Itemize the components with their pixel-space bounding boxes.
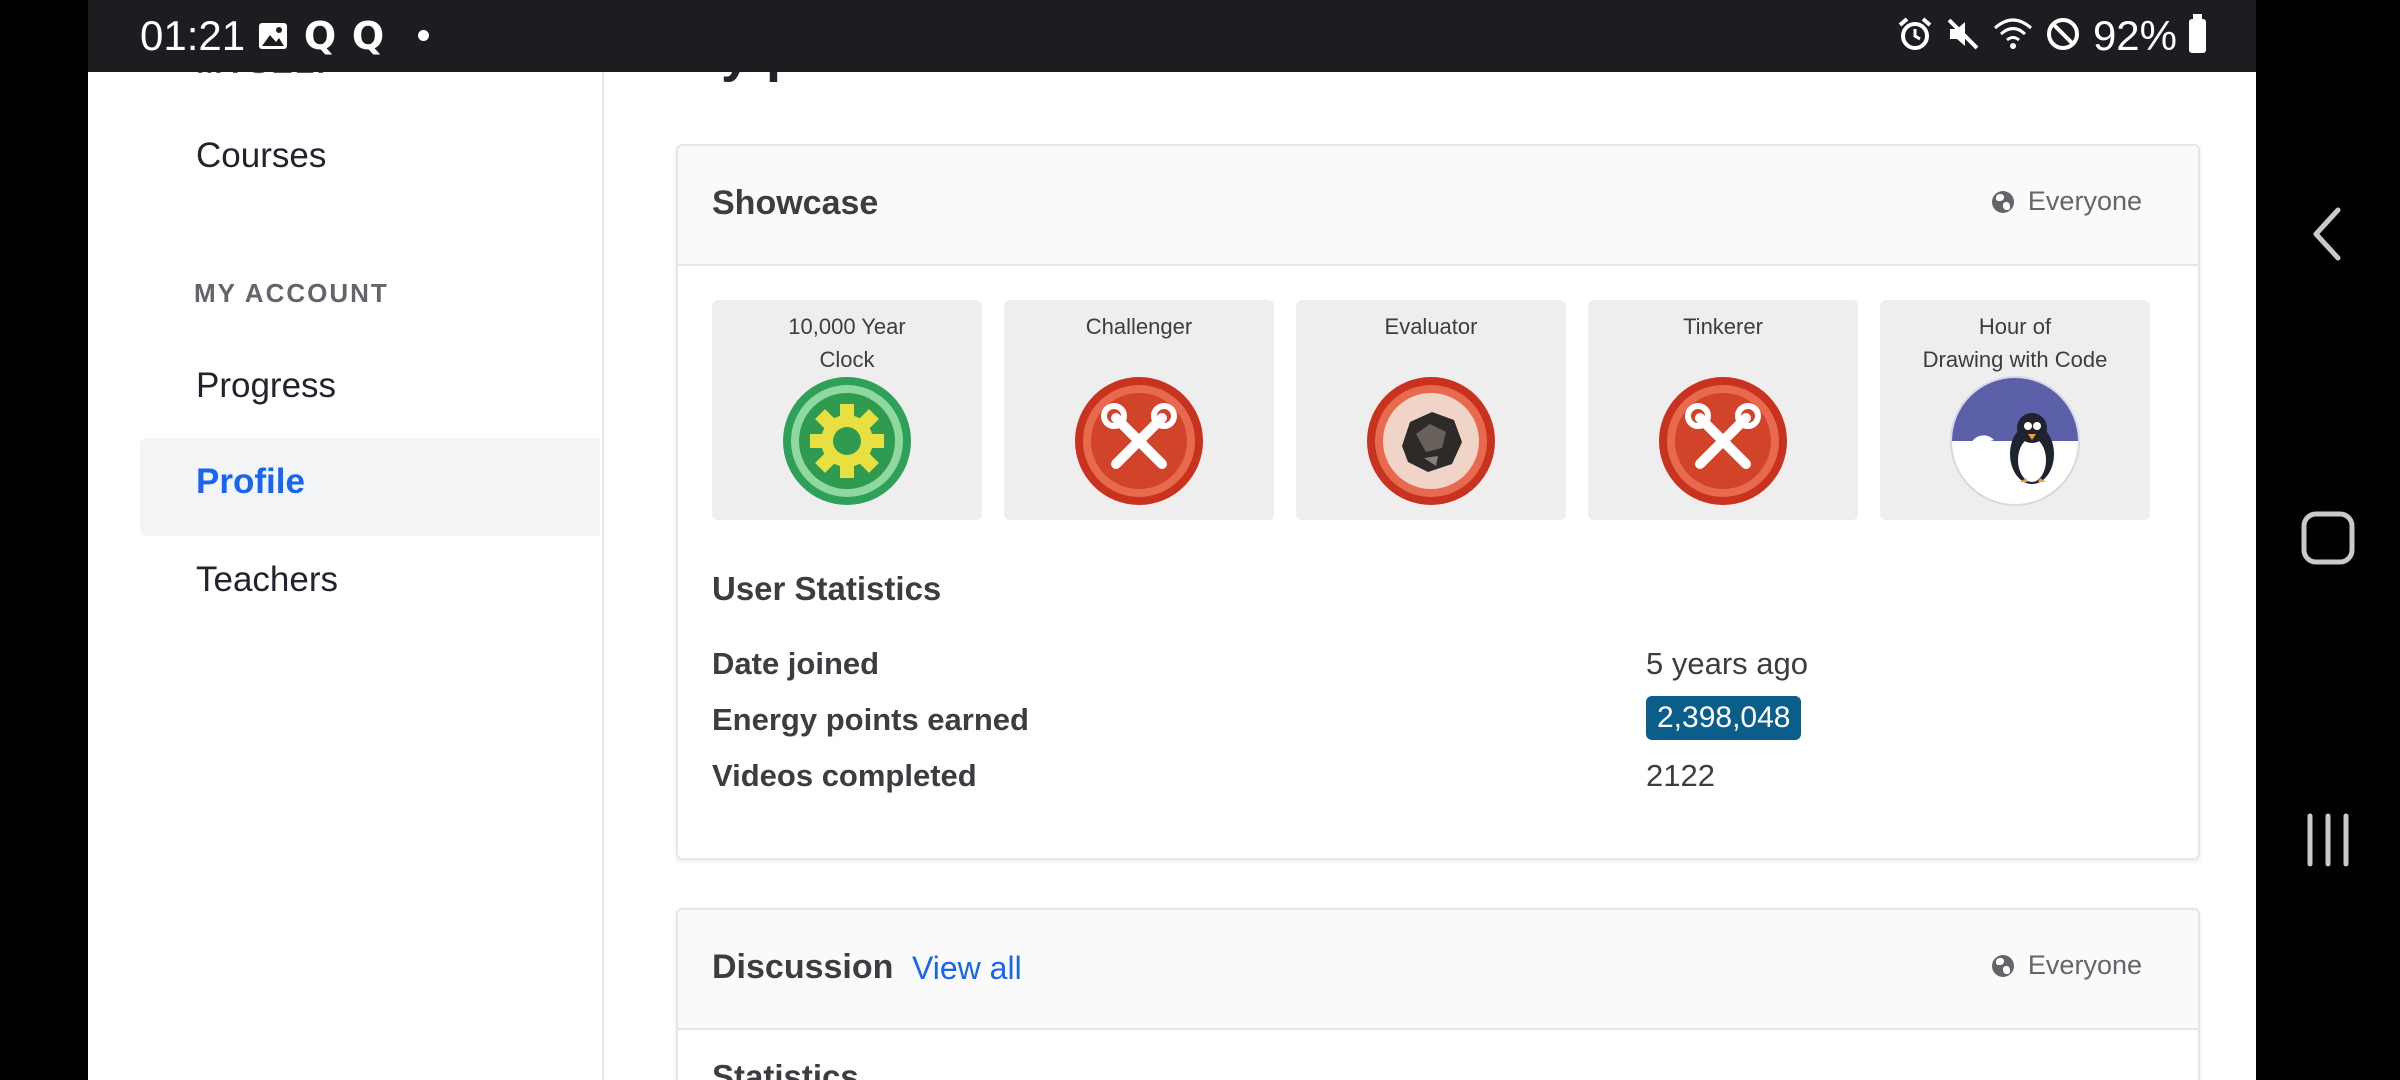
battery-percent: 92% [2092, 12, 2177, 59]
badge-title: Challenger [1085, 314, 1193, 339]
badge-list: 10,000 Year Clock Challenger Evaluator T… [712, 300, 2150, 520]
sidebar-item-progress[interactable]: Progress [196, 366, 336, 406]
sidebar-item-courses[interactable]: Courses [196, 136, 326, 176]
sidebar: MYSELF Courses MY ACCOUNT Progress Profi… [88, 72, 604, 1080]
penguin-badge-icon [1950, 376, 2080, 506]
gallery-notification-icon [256, 17, 290, 55]
stat-value: 5 years ago [1646, 646, 1808, 681]
tools-badge-icon [1659, 377, 1787, 505]
stat-label: Videos completed [712, 758, 977, 793]
showcase-visibility-button[interactable]: Everyone [1991, 186, 2142, 217]
recents-icon [2307, 813, 2349, 867]
back-chevron-icon [2313, 207, 2341, 261]
badge-item[interactable]: Hour of Drawing with Code [1880, 300, 2150, 520]
globe-icon [1991, 190, 2014, 213]
stat-row: Videos completed 2122 [712, 752, 2152, 802]
stat-value: 2122 [1646, 758, 1715, 793]
discussion-title: Discussion [712, 948, 894, 986]
recents-button[interactable] [2256, 812, 2400, 868]
system-navigation-bar [2256, 0, 2400, 1080]
mute-icon [1945, 16, 1981, 57]
sidebar-section-cut: MYSELF [196, 72, 338, 81]
quora-notification-icon: Q [303, 14, 337, 58]
meteorite-badge-icon [1367, 377, 1495, 505]
tools-badge-icon [1075, 377, 1203, 505]
energy-points-badge: 2,398,048 [1646, 696, 1802, 740]
sidebar-item-profile[interactable]: Profile [196, 462, 305, 502]
page-title: My profile [676, 72, 931, 84]
battery-icon [2189, 14, 2206, 53]
badge-item[interactable]: Challenger [1004, 300, 1274, 520]
discussion-header: Discussion View all Everyone [678, 910, 2198, 1030]
discussion-visibility-button[interactable]: Everyone [1991, 950, 2142, 981]
home-square-icon [2301, 511, 2355, 565]
back-button[interactable] [2256, 206, 2400, 262]
stat-row: Energy points earned 2,398,048 [712, 696, 2152, 746]
more-notifications-icon [418, 30, 429, 41]
badge-title: 10,000 Year Clock [788, 314, 906, 372]
quora-notification-icon-2: Q [351, 14, 385, 58]
do-not-disturb-icon [2045, 16, 2081, 57]
gear-badge-icon [783, 377, 911, 505]
sidebar-item-teachers[interactable]: Teachers [196, 560, 338, 600]
stat-label: Date joined [712, 646, 880, 681]
badge-item[interactable]: Evaluator [1296, 300, 1566, 520]
discussion-visibility-label: Everyone [2027, 950, 2142, 980]
app-page: MYSELF Courses MY ACCOUNT Progress Profi… [88, 72, 2256, 1080]
stat-row: Date joined 5 years ago [712, 640, 2152, 690]
badge-item[interactable]: 10,000 Year Clock [712, 300, 982, 520]
user-statistics-title: User Statistics [712, 570, 942, 607]
status-icons: 92% [1897, 12, 2206, 60]
sidebar-section-my-account: MY ACCOUNT [194, 278, 389, 308]
home-button[interactable] [2256, 510, 2400, 566]
globe-icon [1991, 954, 2014, 977]
main-content: My profile Showcase Everyone 10,000 Year… [604, 72, 2256, 1080]
wifi-icon [1993, 16, 2033, 57]
alarm-icon [1897, 16, 1933, 57]
discussion-card: Discussion View all Everyone Statistics [676, 908, 2200, 1080]
clock: 01:21 [140, 12, 246, 59]
badge-title: Evaluator [1384, 314, 1478, 339]
showcase-header: Showcase Everyone [678, 146, 2198, 266]
badge-item[interactable]: Tinkerer [1588, 300, 1858, 520]
badge-title: Hour of Drawing with Code [1922, 314, 2108, 372]
status-bar: 01:21 Q Q 92% [88, 0, 2256, 72]
showcase-visibility-label: Everyone [2027, 186, 2142, 216]
view-all-link[interactable]: View all [912, 950, 1022, 987]
stat-label: Energy points earned [712, 702, 1029, 737]
badge-title: Tinkerer [1683, 314, 1763, 339]
showcase-card: Showcase Everyone 10,000 Year Clock Chal… [676, 144, 2200, 860]
showcase-title: Showcase [712, 184, 879, 222]
discussion-statistics-heading: Statistics [712, 1058, 859, 1080]
